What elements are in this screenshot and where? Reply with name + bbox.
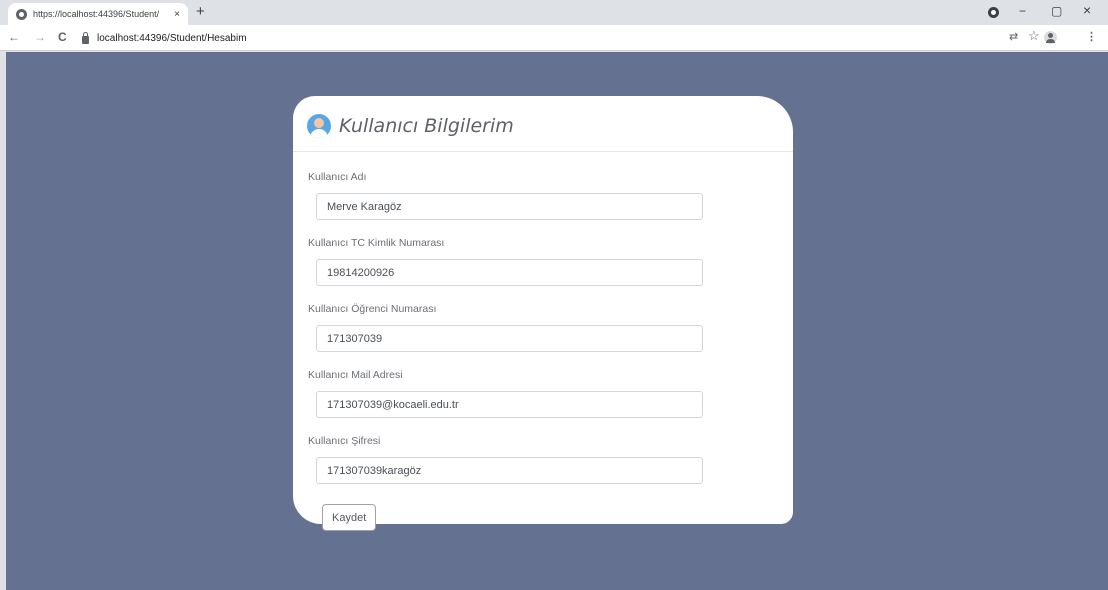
browser-tab[interactable]: https://localhost:44396/Student/ × <box>8 3 188 25</box>
tc-number-label: Kullanıcı TC Kimlik Numarası <box>308 237 445 249</box>
student-number-input[interactable] <box>316 325 703 352</box>
tab-title: https://localhost:44396/Student/ <box>33 9 160 19</box>
student-number-label: Kullanıcı Öğrenci Numarası <box>308 303 437 315</box>
globe-icon <box>16 8 27 20</box>
menu-icon[interactable]: ⋮ <box>1086 30 1097 44</box>
email-input[interactable] <box>316 391 703 418</box>
form-group-student-number: Kullanıcı Öğrenci Numarası <box>308 300 778 362</box>
minimize-button[interactable]: − <box>1019 3 1026 19</box>
form-group-tc-number: Kullanıcı TC Kimlik Numarası <box>308 234 778 296</box>
save-button[interactable]: Kaydet <box>322 504 377 531</box>
back-button[interactable]: ← <box>8 30 20 44</box>
profile-avatar-icon[interactable] <box>1044 31 1057 44</box>
user-form: Kullanıcı Adı Kullanıcı TC Kimlik Numara… <box>293 152 793 531</box>
new-tab-button[interactable]: + <box>196 3 205 21</box>
tab-strip: https://localhost:44396/Student/ × + − ▢… <box>0 0 1108 25</box>
maximize-button[interactable]: ▢ <box>1051 3 1062 19</box>
record-icon[interactable] <box>988 7 999 18</box>
close-window-button[interactable]: × <box>1083 3 1091 17</box>
url-text: localhost:44396/Student/Hesabim <box>97 32 247 44</box>
user-avatar-icon <box>307 113 331 138</box>
form-group-password: Kullanıcı Şifresi <box>308 432 778 494</box>
email-label: Kullanıcı Mail Adresi <box>308 369 403 381</box>
reload-button[interactable]: C <box>58 30 67 44</box>
bookmark-star-icon[interactable]: ☆ <box>1028 29 1040 43</box>
card-title: Kullanıcı Bilgilerim <box>339 114 514 137</box>
form-group-email: Kullanıcı Mail Adresi <box>308 366 778 428</box>
address-bar[interactable]: localhost:44396/Student/Hesabim <box>82 28 962 48</box>
form-group-username: Kullanıcı Adı <box>308 168 778 230</box>
password-input[interactable] <box>316 457 703 484</box>
browser-toolbar: ← → C localhost:44396/Student/Hesabim ⇄ … <box>0 25 1108 51</box>
username-input[interactable] <box>316 193 703 220</box>
tc-number-input[interactable] <box>316 259 703 286</box>
forward-button[interactable]: → <box>34 30 46 44</box>
password-label: Kullanıcı Şifresi <box>308 435 381 447</box>
username-label: Kullanıcı Adı <box>308 171 367 183</box>
tab-close-icon[interactable]: × <box>174 9 180 20</box>
page-viewport: Kullanıcı Bilgilerim Kullanıcı Adı Kulla… <box>6 52 1108 590</box>
user-info-card: Kullanıcı Bilgilerim Kullanıcı Adı Kulla… <box>293 96 793 531</box>
translate-icon[interactable]: ⇄ <box>1009 30 1018 44</box>
card-header: Kullanıcı Bilgilerim <box>293 96 793 152</box>
lock-icon[interactable] <box>82 31 89 44</box>
